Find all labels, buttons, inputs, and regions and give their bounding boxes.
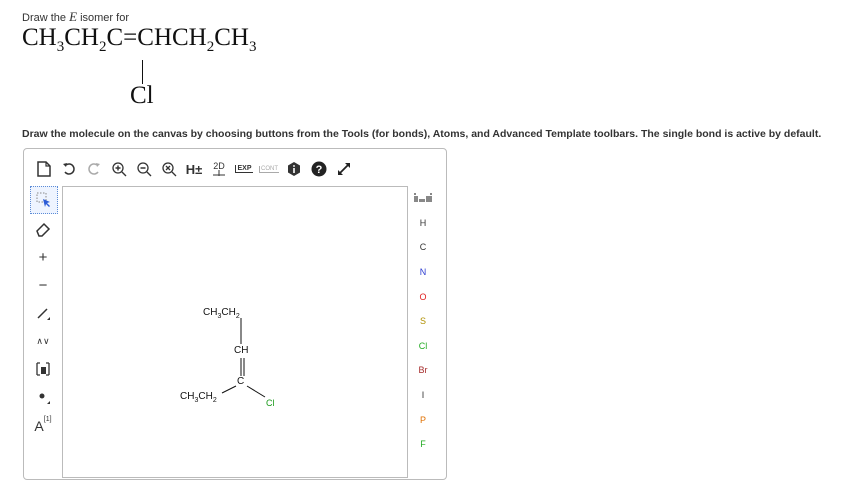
molecule-c: C [237,376,245,387]
molecule-bonds [221,318,266,398]
molecule-top-group: CH3CH2 [203,307,240,320]
bond-c-ethyl [221,385,237,394]
molecule-bottom-group: CH3CH2 [180,391,217,404]
molecule-ch: CH [234,345,249,356]
bond-c-cl [246,385,266,398]
molecule-cl: Cl [266,398,275,408]
